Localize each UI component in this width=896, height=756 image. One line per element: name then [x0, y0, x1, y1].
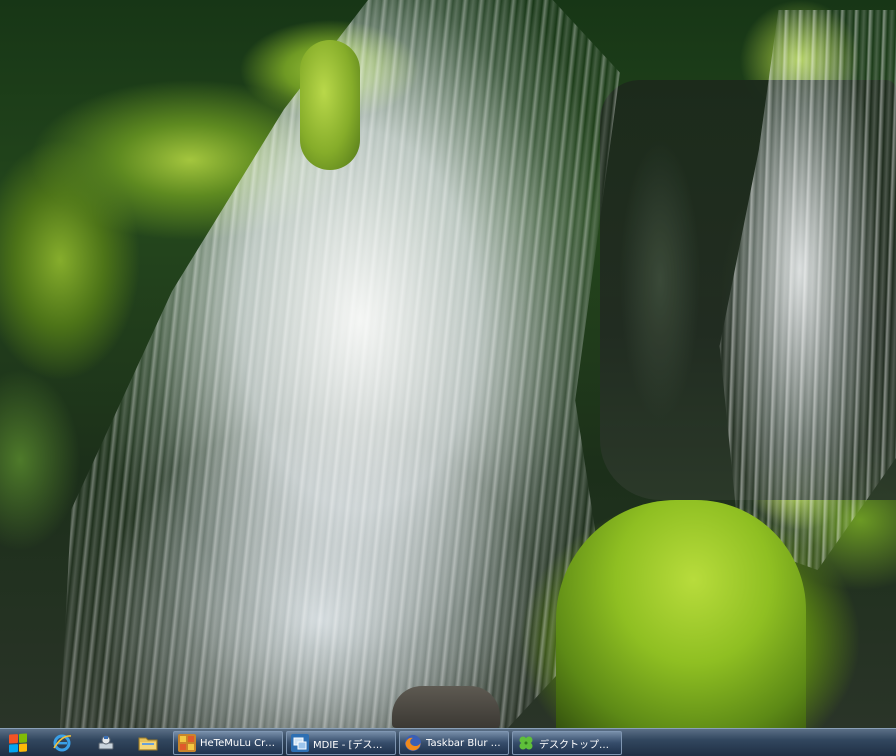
clover-icon	[517, 734, 535, 752]
hetemulu-app-icon	[178, 734, 196, 752]
windows-explorer-icon	[138, 737, 158, 751]
taskbar-item-hetemulu[interactable]: HeTeMuLu Crea...	[173, 731, 283, 755]
quick-launch-windows-explorer[interactable]	[136, 732, 160, 754]
taskbar-item-label: MDIE - [デスク...	[313, 739, 391, 751]
taskbar-item-desktop-app[interactable]: デスクトップの...	[512, 731, 622, 755]
taskbar-item-label: HeTeMuLu Crea...	[200, 737, 278, 749]
firefox-icon	[404, 734, 422, 752]
windows-logo-icon	[9, 733, 27, 753]
taskbar-item-taskbar-blur[interactable]: Taskbar Blur To...	[399, 731, 509, 755]
wallpaper-foreground-rock	[392, 686, 500, 728]
internet-explorer-icon	[53, 734, 72, 752]
desktop-wallpaper	[0, 0, 896, 728]
taskbar: HeTeMuLu Crea... MDIE - [デスク... Taskbar …	[0, 728, 896, 756]
quick-launch-show-desktop[interactable]	[94, 732, 118, 754]
taskbar-item-label: デスクトップの...	[539, 739, 617, 751]
quick-launch-internet-explorer[interactable]	[50, 732, 74, 754]
taskbar-item-label: Taskbar Blur To...	[426, 737, 504, 749]
wallpaper-moss-boulder	[556, 500, 806, 728]
show-desktop-icon	[98, 735, 114, 750]
wallpaper-moss-rock	[300, 40, 360, 170]
mdie-app-icon	[291, 734, 309, 752]
start-button[interactable]	[4, 731, 32, 755]
taskbar-item-mdie[interactable]: MDIE - [デスク...	[286, 731, 396, 755]
